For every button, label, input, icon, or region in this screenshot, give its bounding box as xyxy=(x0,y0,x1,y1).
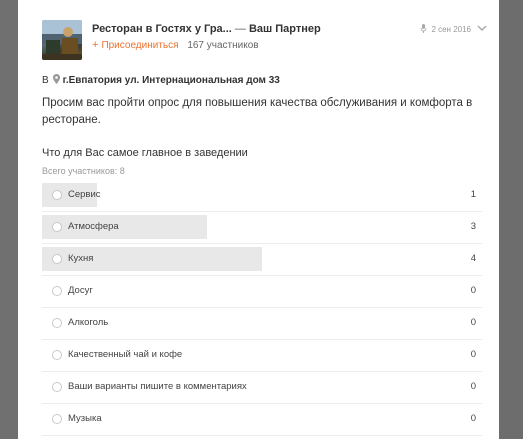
poll-option[interactable]: Качественный чай и кофе 0 xyxy=(42,340,482,372)
poll-option-label: Кухня xyxy=(68,253,94,264)
poll-option-label: Атмосфера xyxy=(68,221,119,232)
poll-option-count: 0 xyxy=(470,285,476,296)
poll-option-count: 0 xyxy=(470,413,476,424)
poll-option-label: Досуг xyxy=(68,285,93,296)
poll-option-label: Музыка xyxy=(68,413,102,424)
poll-option-count: 0 xyxy=(470,381,476,392)
radio-icon[interactable] xyxy=(52,286,62,296)
radio-icon[interactable] xyxy=(52,190,62,200)
location-place[interactable]: г.Евпатория ул. Интернациональная дом 33 xyxy=(63,75,280,86)
microphone-icon xyxy=(420,24,427,35)
chevron-down-icon[interactable] xyxy=(477,25,487,34)
poll-option-bar xyxy=(42,215,207,239)
post-meta: 2 сен 2016 xyxy=(420,24,487,35)
poll-option-label: Сервис xyxy=(68,189,101,200)
poll-total-participants: Всего участников: 8 xyxy=(42,166,125,176)
members-count: 167 участников xyxy=(187,40,259,51)
radio-icon[interactable] xyxy=(52,382,62,392)
poll-option[interactable]: Алкоголь 0 xyxy=(42,308,482,340)
radio-icon[interactable] xyxy=(52,414,62,424)
join-button[interactable]: + Присоединиться xyxy=(92,39,181,51)
post-description: Просим вас пройти опрос для повышения ка… xyxy=(42,97,473,126)
poll-option-count: 4 xyxy=(470,253,476,264)
radio-icon[interactable] xyxy=(52,254,62,264)
group-name[interactable]: Ресторан в Гостях у Гра... xyxy=(92,23,232,35)
poll-option[interactable]: Атмосфера 3 xyxy=(42,212,482,244)
title-separator: — xyxy=(234,23,246,35)
backdrop-right xyxy=(499,0,523,439)
poll-option-label: Алкоголь xyxy=(68,317,109,328)
plus-icon: + xyxy=(92,39,99,51)
poll-option-count: 3 xyxy=(470,221,476,232)
group-avatar[interactable] xyxy=(42,20,82,60)
partner-label: Ваш Партнер xyxy=(248,23,321,35)
post-header: Ресторан в Гостях у Гра... — Ваш Партнер… xyxy=(42,20,487,64)
poll-option[interactable]: Ваши варианты пишите в комментариях 0 xyxy=(42,372,482,404)
map-pin-icon xyxy=(52,74,60,87)
radio-icon[interactable] xyxy=(52,318,62,328)
poll-question: Что для Вас самое главное в заведении xyxy=(42,147,248,159)
poll-option[interactable]: Сервис 1 xyxy=(42,180,482,212)
poll-option-count: 0 xyxy=(470,349,476,360)
join-row: + Присоединиться 167 участников xyxy=(92,39,392,51)
backdrop-left xyxy=(0,0,18,439)
poll-option-label: Качественный чай и кофе xyxy=(68,349,183,360)
poll-option-label: Ваши варианты пишите в комментариях xyxy=(68,381,247,392)
location-line: В г.Евпатория ул. Интернациональная дом … xyxy=(42,74,487,87)
poll-option-count: 0 xyxy=(470,317,476,328)
post-date: 2 сен 2016 xyxy=(431,25,471,34)
poll-option[interactable]: Досуг 0 xyxy=(42,276,482,308)
radio-icon[interactable] xyxy=(52,350,62,360)
radio-icon[interactable] xyxy=(52,222,62,232)
poll-options: Сервис 1 Атмосфера 3 Кухня 4 Досуг 0 Алк… xyxy=(42,180,482,436)
poll-option[interactable]: Кухня 4 xyxy=(42,244,482,276)
join-label: Присоединиться xyxy=(101,40,179,51)
location-prefix: В xyxy=(42,75,49,86)
poll-option[interactable]: Музыка 0 xyxy=(42,404,482,436)
poll-option-count: 1 xyxy=(470,189,476,200)
group-title[interactable]: Ресторан в Гостях у Гра... — Ваш Партнер xyxy=(92,23,422,35)
poll-post-card: Ресторан в Гостях у Гра... — Ваш Партнер… xyxy=(18,0,499,439)
